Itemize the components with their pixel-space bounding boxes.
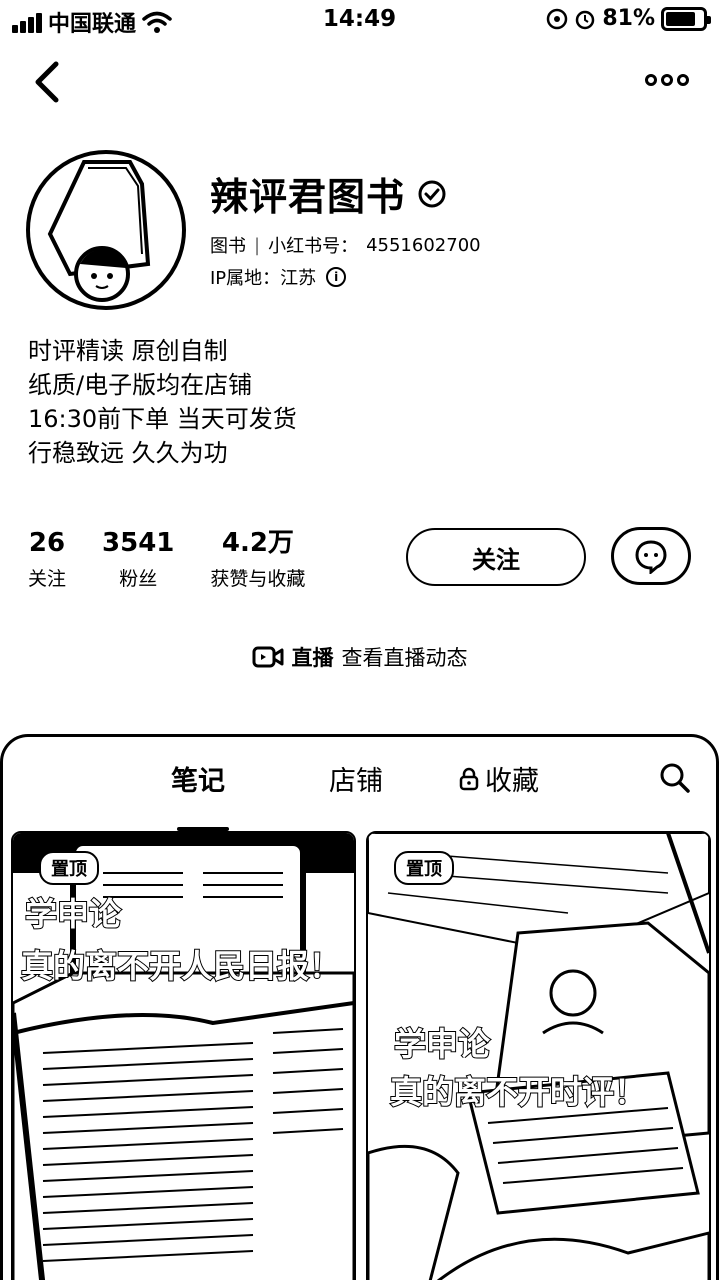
profile-id-value: 4551602700 xyxy=(366,234,481,256)
bio-line: 16:30前下单 当天可发货 xyxy=(28,405,297,433)
divider: | xyxy=(254,234,261,256)
tab-collect[interactable]: 收藏 xyxy=(459,759,539,798)
content-panel: 笔记 店铺 收藏 置顶 学申论 真的离不开人民日报！ 置顶 学申论 真的离不开时… xyxy=(0,734,719,1280)
back-button[interactable] xyxy=(28,58,68,106)
note-title-line: 学申论 xyxy=(24,894,122,934)
lock-icon xyxy=(459,767,479,790)
ip-location: IP属地：江苏 xyxy=(210,268,317,289)
dot-icon xyxy=(661,74,673,86)
live-label: 直播 xyxy=(291,646,334,670)
more-options-button[interactable] xyxy=(645,68,689,92)
search-icon[interactable] xyxy=(658,761,692,795)
stat-following[interactable]: 26 关注 xyxy=(28,528,66,591)
tab-shop[interactable]: 店铺 xyxy=(329,759,383,798)
verified-icon xyxy=(418,180,446,207)
note-title-line: 真的离不开人民日报！ xyxy=(20,946,342,986)
dot-icon xyxy=(645,74,657,86)
tab-notes[interactable]: 笔记 xyxy=(171,759,225,798)
message-button[interactable] xyxy=(611,527,691,585)
stat-value: 4.2万 xyxy=(221,528,294,558)
pinned-badge: 置顶 xyxy=(39,851,99,885)
battery-icon xyxy=(661,6,711,31)
avatar-illustration xyxy=(47,160,151,302)
bio: 时评精读 原创自制 纸质/电子版均在店铺 16:30前下单 当天可发货 行稳致远… xyxy=(28,334,297,470)
bio-line: 纸质/电子版均在店铺 xyxy=(28,371,253,399)
profile-stats: 26 关注 3541 粉丝 4.2万 获赞与收藏 xyxy=(28,528,305,591)
chat-icon xyxy=(635,540,667,574)
profile-id-label: 小红书号： xyxy=(268,236,359,257)
status-bar: 中国联通 14:49 81% xyxy=(0,0,719,40)
profile-category: 图书 xyxy=(210,236,246,257)
note-card[interactable]: 置顶 学申论 真的离不开时评！ xyxy=(366,831,711,1280)
note-title-line: 学申论 xyxy=(393,1024,491,1064)
tab-bar: 笔记 店铺 收藏 xyxy=(3,759,716,831)
stat-value: 3541 xyxy=(102,528,175,558)
tab-collect-label: 收藏 xyxy=(485,766,539,797)
stat-followers[interactable]: 3541 粉丝 xyxy=(102,528,174,591)
stat-value: 26 xyxy=(28,528,66,558)
pinned-badge: 置顶 xyxy=(394,851,454,885)
note-title-line: 真的离不开时评！ xyxy=(389,1072,647,1112)
avatar[interactable] xyxy=(26,150,186,310)
live-camera-icon xyxy=(252,646,283,668)
follow-button[interactable]: 关注 xyxy=(406,528,586,586)
stat-label: 获赞与收藏 xyxy=(210,568,306,590)
rotation-lock-icon xyxy=(547,8,568,29)
note-grid: 置顶 学申论 真的离不开人民日报！ 置顶 学申论 真的离不开时评！ xyxy=(11,831,711,1280)
info-icon[interactable]: i xyxy=(326,267,347,287)
note-card[interactable]: 置顶 学申论 真的离不开人民日报！ xyxy=(11,831,356,1280)
alarm-icon xyxy=(576,10,595,29)
battery-percent: 81% xyxy=(602,6,655,31)
bio-line: 时评精读 原创自制 xyxy=(28,337,228,365)
live-link[interactable]: 查看直播动态 xyxy=(342,642,468,672)
dot-icon xyxy=(677,74,689,86)
stat-label: 粉丝 xyxy=(119,568,158,590)
profile-name: 辣评君图书 xyxy=(210,175,406,219)
bio-line: 行稳致远 久久为功 xyxy=(28,439,228,467)
live-row[interactable]: 直播 查看直播动态 xyxy=(0,642,719,672)
stat-label: 关注 xyxy=(28,568,67,590)
stat-likes[interactable]: 4.2万 获赞与收藏 xyxy=(210,528,305,591)
